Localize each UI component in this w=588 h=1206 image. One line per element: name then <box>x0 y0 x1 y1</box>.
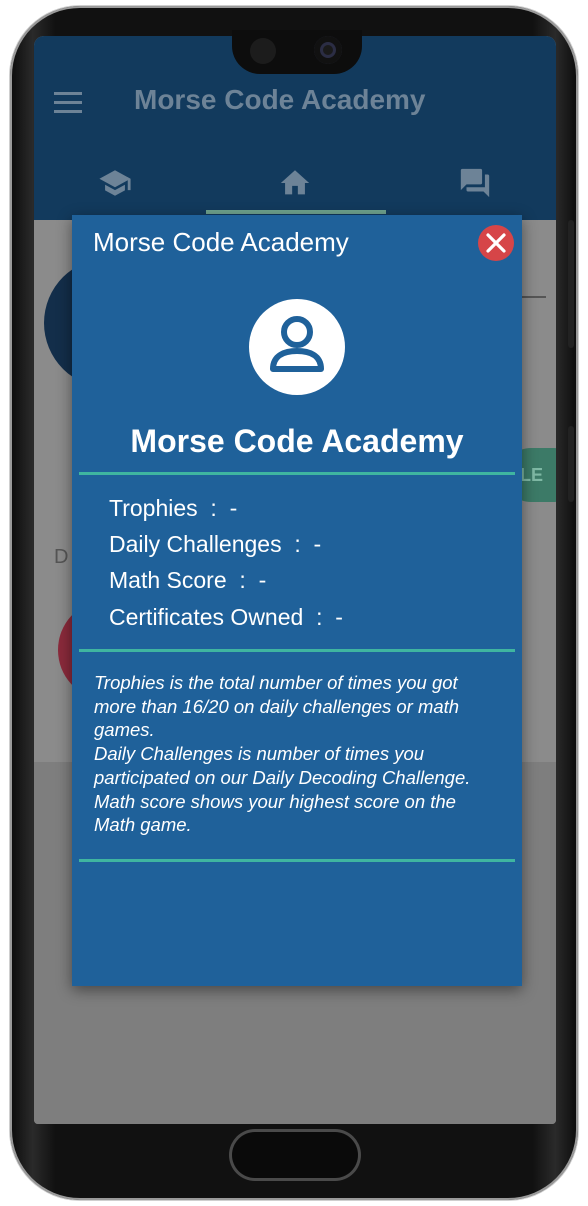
stat-separator: : <box>197 495 230 521</box>
divider-middle <box>79 649 515 652</box>
stat-math-score: Math Score : - <box>109 567 266 594</box>
stat-trophies: Trophies : - <box>109 495 237 522</box>
background-section-label: D <box>54 546 69 568</box>
divider-bottom <box>79 859 515 862</box>
front-camera <box>314 36 342 64</box>
account-circle-icon <box>249 299 345 395</box>
speaker <box>250 38 276 64</box>
description-line: Trophies is the total number of times yo… <box>94 672 458 693</box>
volume-button <box>568 220 574 348</box>
stat-label: Trophies <box>109 495 198 521</box>
graduation-cap-icon[interactable] <box>98 166 132 200</box>
description-line: more than 16/20 on daily challenges or m… <box>94 695 460 717</box>
profile-name: Morse Code Academy <box>130 423 464 459</box>
home-button[interactable] <box>232 1132 358 1178</box>
stat-value: - <box>258 567 267 593</box>
app-title: Morse Code Academy <box>134 84 426 115</box>
close-icon <box>486 233 506 253</box>
stat-label: Certificates Owned <box>109 604 304 630</box>
menu-icon[interactable] <box>54 92 82 119</box>
stat-daily-challenges: Daily Challenges : - <box>109 531 321 558</box>
stat-label: Math Score <box>109 567 227 593</box>
stat-separator: : <box>303 604 336 630</box>
tab-indicator <box>206 210 386 214</box>
stat-value: - <box>313 531 322 557</box>
power-button <box>568 426 574 502</box>
description-text: Trophies is the total number of times yo… <box>94 671 504 837</box>
stat-label: Daily Challenges <box>109 531 282 557</box>
divider-top <box>79 472 515 475</box>
description-line: participated on our Daily Decoding Chall… <box>94 766 471 788</box>
stat-certificates-owned: Certificates Owned : - <box>109 604 343 631</box>
stat-value: - <box>335 604 343 630</box>
description-line: Math score shows your highest score on t… <box>94 790 456 812</box>
profile-dialog: Morse Code Academy Morse Code Academy Tr… <box>72 215 522 986</box>
description-line: games. <box>94 719 155 741</box>
description-line: Daily Challenges is number of times you <box>94 743 425 765</box>
stat-separator: : <box>226 567 259 593</box>
close-button[interactable] <box>478 225 514 261</box>
description-line: Math game. <box>94 814 192 836</box>
stat-separator: : <box>281 531 314 557</box>
home-icon[interactable] <box>278 166 312 200</box>
stat-value: - <box>229 495 238 521</box>
dialog-header-title: Morse Code Academy <box>93 227 349 257</box>
chat-icon[interactable] <box>458 166 492 200</box>
